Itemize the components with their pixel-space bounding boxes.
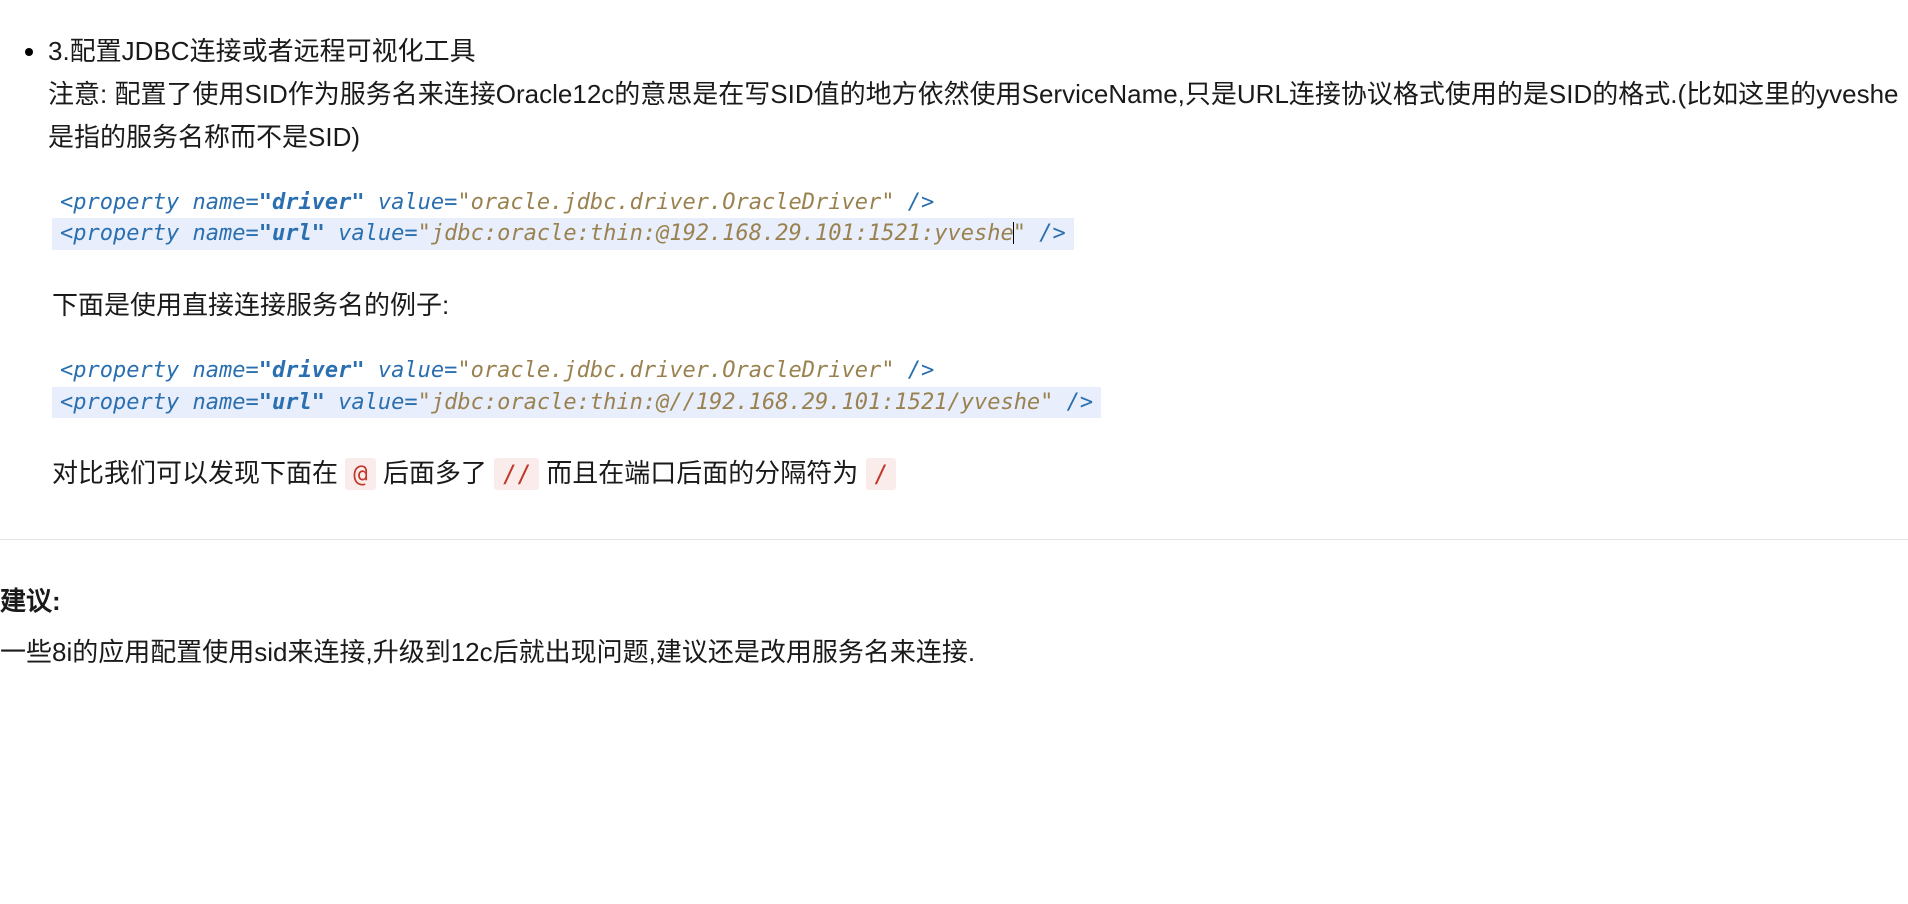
bullet-list: 3.配置JDBC连接或者远程可视化工具 注意: 配置了使用SID作为服务名来连接… — [0, 30, 1908, 495]
suggestion-section: 建议: 一些8i的应用配置使用sid来连接,升级到12c后就出现问题,建议还是改… — [0, 580, 1908, 674]
inline-code: // — [494, 458, 539, 490]
paragraph: 一些8i的应用配置使用sid来连接,升级到12c后就出现问题,建议还是改用服务名… — [0, 631, 1908, 674]
code-token: /> — [1053, 390, 1093, 415]
code-token: " — [1013, 221, 1026, 246]
list-item-note: 注意: 配置了使用SID作为服务名来连接Oracle12c的意思是在写SID值的… — [48, 73, 1908, 159]
code-line-highlighted: <property name="url" value="jdbc:oracle:… — [52, 387, 1101, 419]
inline-code: / — [866, 458, 896, 490]
inline-code: @ — [345, 458, 375, 490]
code-block-2: <property name="driver" value="oracle.jd… — [52, 355, 1908, 418]
code-line-highlighted: <property name="url" value="jdbc:oracle:… — [52, 218, 1074, 250]
code-token: jdbc:oracle:thin:@192.168.29.101:1521:yv… — [431, 221, 1014, 246]
code-token: value= — [325, 390, 418, 415]
code-token: " — [418, 221, 431, 246]
code-token: "driver" — [259, 190, 365, 215]
divider — [0, 539, 1908, 540]
code-token: /> — [1026, 221, 1066, 246]
code-token: value= — [325, 221, 418, 246]
code-token: "oracle.jdbc.driver.OracleDriver" — [457, 358, 894, 383]
text: 后面多了 — [376, 458, 494, 488]
code-token: name= — [179, 358, 258, 383]
code-token: jdbc:oracle:thin:@//192.168.29.101:1521/… — [431, 390, 1054, 415]
section-heading: 建议: — [0, 580, 1908, 623]
paragraph: 下面是使用直接连接服务名的例子: — [52, 284, 1908, 327]
code-token: "url" — [259, 221, 325, 246]
code-token: <property — [60, 358, 179, 383]
code-token: "driver" — [259, 358, 365, 383]
text: 而且在端口后面的分隔符为 — [539, 458, 865, 488]
list-item-title: 3.配置JDBC连接或者远程可视化工具 — [48, 30, 1908, 73]
code-block-1: <property name="driver" value="oracle.jd… — [52, 187, 1908, 250]
code-token: <property — [60, 390, 179, 415]
code-line: <property name="driver" value="oracle.jd… — [52, 355, 942, 387]
code-token: name= — [179, 221, 258, 246]
article-body: 3.配置JDBC连接或者远程可视化工具 注意: 配置了使用SID作为服务名来连接… — [0, 0, 1908, 704]
code-token: <property — [60, 221, 179, 246]
code-token: <property — [60, 190, 179, 215]
code-token: /> — [894, 190, 934, 215]
code-token: value= — [365, 190, 458, 215]
code-line: <property name="driver" value="oracle.jd… — [52, 187, 942, 219]
code-token: " — [418, 390, 431, 415]
code-token: name= — [179, 190, 258, 215]
code-token: "oracle.jdbc.driver.OracleDriver" — [457, 190, 894, 215]
code-token: /> — [894, 358, 934, 383]
text: 对比我们可以发现下面在 — [52, 458, 345, 488]
code-token: name= — [179, 390, 258, 415]
code-token: "url" — [259, 390, 325, 415]
list-item: 3.配置JDBC连接或者远程可视化工具 注意: 配置了使用SID作为服务名来连接… — [48, 30, 1908, 495]
paragraph-compare: 对比我们可以发现下面在 @ 后面多了 // 而且在端口后面的分隔符为 / — [52, 452, 1908, 495]
code-token: value= — [365, 358, 458, 383]
